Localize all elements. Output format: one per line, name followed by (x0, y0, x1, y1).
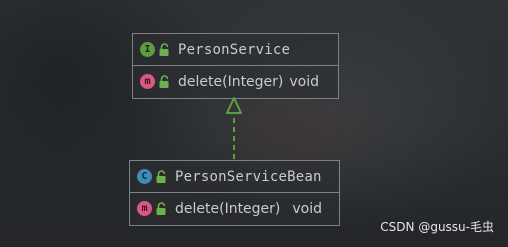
implements-arrowhead (226, 97, 242, 114)
implements-arrow[interactable] (0, 0, 508, 247)
watermark: CSDN @gussu-毛虫 (380, 220, 494, 234)
